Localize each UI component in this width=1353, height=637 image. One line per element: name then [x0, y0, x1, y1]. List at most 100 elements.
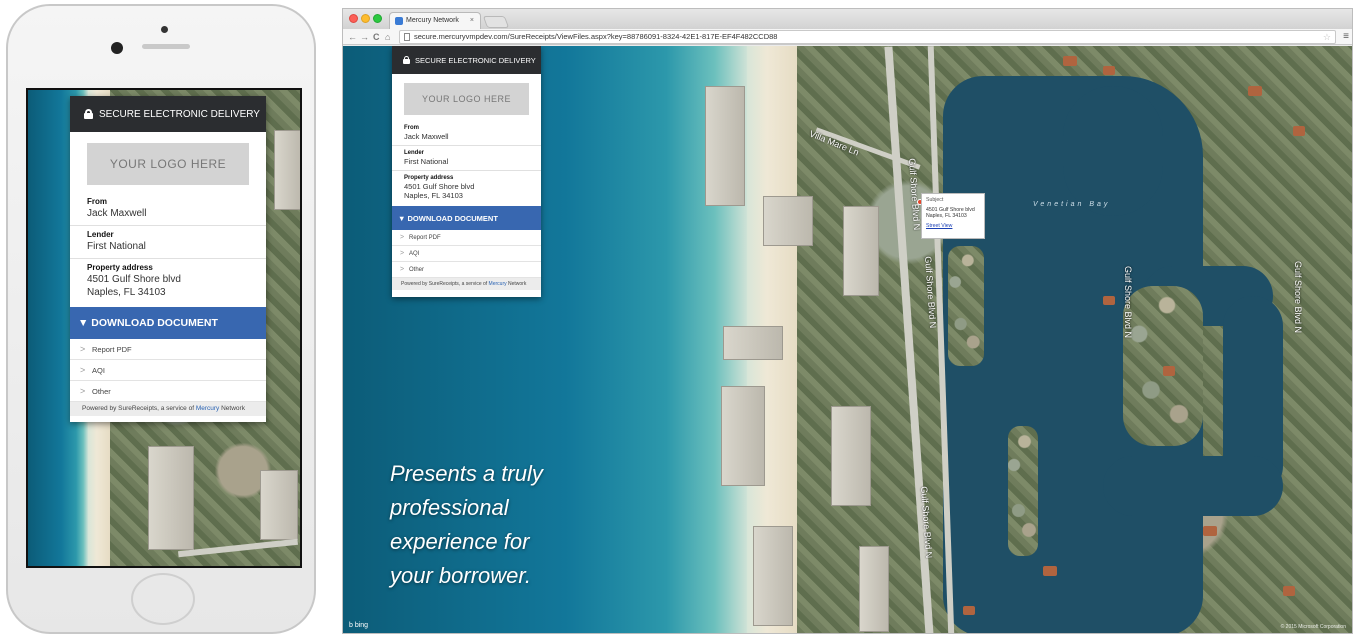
field-label: From: [87, 197, 107, 206]
address-bar[interactable]: secure.mercuryvmpdev.com/SureReceipts/Vi…: [399, 30, 1336, 44]
bay-water: [1063, 86, 1163, 216]
bookmark-star-icon[interactable]: ☆: [1323, 31, 1331, 43]
house-roof: [1063, 56, 1077, 66]
field-value: First National: [404, 157, 449, 166]
favicon-icon: [395, 17, 403, 25]
card-footer: Powered by SureReceipts, a service of Me…: [392, 278, 541, 290]
forward-arrow-icon[interactable]: →: [360, 30, 369, 44]
tagline-line: Presents a truly: [390, 461, 543, 486]
tagline-line: your borrower.: [390, 563, 532, 588]
document-item-label: Other: [409, 266, 425, 273]
field-value: 4501 Gulf Shore blvd: [404, 182, 475, 191]
bay-label: Venetian Bay: [1033, 201, 1111, 208]
footer-text: Powered by SureReceipts, a service of: [82, 405, 196, 412]
lock-icon: [403, 56, 410, 64]
street-label: Gulf Shore Blvd N: [1293, 261, 1303, 334]
document-item-other[interactable]: > Other: [392, 262, 541, 278]
island: [948, 246, 984, 366]
field-label: From: [404, 125, 419, 131]
document-item-report-pdf[interactable]: > Report PDF: [392, 230, 541, 246]
house-roof: [1283, 586, 1295, 596]
footer-suffix: Network: [219, 405, 245, 412]
chevron-right-icon: >: [400, 266, 405, 273]
back-arrow-icon[interactable]: ←: [348, 30, 357, 44]
chevron-right-icon: >: [80, 344, 86, 354]
lock-icon: [84, 109, 93, 119]
house-roof: [1293, 126, 1305, 136]
document-item-label: Other: [92, 386, 111, 396]
document-item-label: AQI: [92, 365, 105, 375]
document-item-aqi[interactable]: > AQI: [392, 246, 541, 262]
card-header-title: SECURE ELECTRONIC DELIVERY: [99, 108, 260, 120]
building: [859, 546, 889, 632]
logo-placeholder: YOUR LOGO HERE: [87, 143, 249, 185]
document-item-aqi[interactable]: > AQI: [70, 360, 266, 381]
tab-bar: Mercury Network ×: [343, 9, 1352, 29]
home-button[interactable]: [131, 573, 195, 625]
logo-placeholder: YOUR LOGO HERE: [404, 83, 529, 115]
close-tab-icon[interactable]: ×: [470, 13, 474, 28]
street-view-link[interactable]: Street View: [926, 223, 980, 230]
minimize-window-button[interactable]: [361, 14, 370, 23]
delivery-card: SECURE ELECTRONIC DELIVERY YOUR LOGO HER…: [70, 96, 266, 422]
download-document-button[interactable]: ▼ DOWNLOAD DOCUMENT: [70, 307, 266, 339]
field-value: Jack Maxwell: [87, 208, 147, 219]
phone-speaker: [142, 44, 190, 49]
building: [843, 206, 879, 296]
footer-text: Powered by SureReceipts, a service of: [401, 281, 489, 287]
map-info-popup: Subject 4501 Gulf Shore blvd Naples, FL …: [921, 193, 985, 239]
url-text: secure.mercuryvmpdev.com/SureReceipts/Vi…: [414, 32, 778, 41]
footer-brand-link[interactable]: Mercury: [196, 405, 219, 412]
field-label: Property address: [87, 263, 153, 272]
document-item-other[interactable]: > Other: [70, 381, 266, 402]
tagline-line: experience for: [390, 529, 530, 554]
footer-brand-link[interactable]: Mercury: [489, 281, 507, 287]
chevron-right-icon: >: [80, 365, 86, 375]
field-property-address: Property address 4501 Gulf Shore blvd Na…: [392, 171, 541, 204]
bing-logo: b bing: [349, 622, 369, 629]
footer-suffix: Network: [506, 281, 527, 287]
document-item-report-pdf[interactable]: > Report PDF: [70, 339, 266, 360]
field-label: Lender: [404, 150, 425, 156]
field-label: Property address: [404, 175, 454, 181]
popup-title: Subject: [926, 197, 944, 203]
browser-tab[interactable]: Mercury Network ×: [389, 12, 481, 29]
front-camera: [161, 26, 168, 33]
new-tab-button[interactable]: [482, 16, 510, 28]
browser-toolbar: ← → C ⌂ secure.mercuryvmpdev.com/SureRec…: [343, 29, 1352, 45]
document-item-label: Report PDF: [92, 344, 132, 354]
building: [831, 406, 871, 506]
delivery-card: SECURE ELECTRONIC DELIVERY YOUR LOGO HER…: [392, 46, 541, 297]
map-viewport[interactable]: Gulf Shore Blvd N Villa Mare Ln Gulf Sho…: [343, 46, 1352, 633]
building: [723, 326, 783, 360]
field-value: First National: [87, 241, 146, 252]
field-from: From Jack Maxwell: [392, 121, 541, 146]
chevron-right-icon: >: [400, 234, 405, 241]
marketing-tagline: Presents a truly professional experience…: [390, 457, 630, 593]
house-roof: [1203, 526, 1217, 536]
reload-icon[interactable]: C: [373, 30, 380, 44]
phone-mockup: SECURE ELECTRONIC DELIVERY YOUR LOGO HER…: [6, 4, 316, 634]
maximize-window-button[interactable]: [373, 14, 382, 23]
tab-title: Mercury Network: [406, 17, 459, 24]
download-document-button[interactable]: ▼ DOWNLOAD DOCUMENT: [392, 206, 541, 230]
building: [705, 86, 745, 206]
field-property-address: Property address 4501 Gulf Shore blvd Na…: [70, 259, 266, 304]
home-icon[interactable]: ⌂: [385, 30, 390, 44]
menu-icon[interactable]: ≡: [1343, 30, 1349, 44]
field-value-line2: Naples, FL 34103: [404, 191, 463, 200]
card-header-title: SECURE ELECTRONIC DELIVERY: [415, 55, 536, 65]
field-from: From Jack Maxwell: [70, 193, 266, 226]
building: [260, 470, 298, 540]
page-icon: [404, 33, 410, 41]
field-value-line2: Naples, FL 34103: [87, 287, 166, 298]
street-label: Gulf Shore Blvd N: [1123, 266, 1133, 339]
house-roof: [1103, 296, 1115, 305]
close-window-button[interactable]: [349, 14, 358, 23]
field-value: 4501 Gulf Shore blvd: [87, 274, 181, 285]
browser-window: Mercury Network × ← → C ⌂ secure.mercury…: [342, 8, 1353, 634]
house-roof: [1163, 366, 1175, 376]
document-item-label: AQI: [409, 250, 420, 257]
card-header: SECURE ELECTRONIC DELIVERY: [70, 96, 266, 132]
house-roof: [1103, 66, 1115, 75]
